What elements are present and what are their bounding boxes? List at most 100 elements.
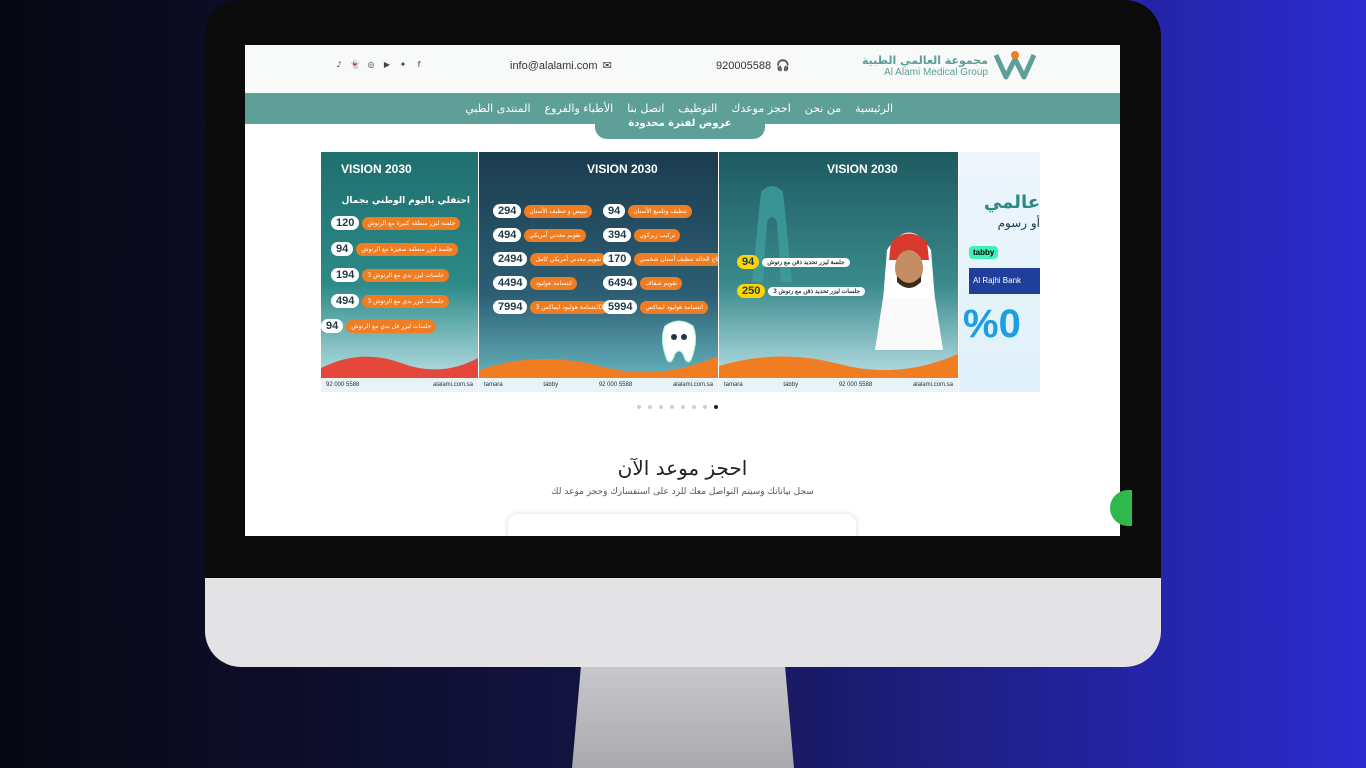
snapchat-icon[interactable]: 👻 xyxy=(350,59,360,69)
price-value: 194 xyxy=(331,268,360,282)
vision-2030-logo: VISION 2030 xyxy=(341,162,412,176)
offer-label: ابتسامة هوليود xyxy=(530,276,577,290)
offer-label: ابتسامة هوليود ايماكس 3D xyxy=(530,300,609,314)
headset-icon: 🎧 xyxy=(776,60,790,72)
offer-label: تقويم شفاف xyxy=(640,276,682,290)
vision-2030-logo: VISION 2030 xyxy=(587,162,658,176)
site-logo[interactable]: مجموعة العالمي الطبية Al Alami Medical G… xyxy=(862,49,1038,83)
payment-tabby: tabby xyxy=(543,382,559,388)
slide-laser-national-day[interactable]: VISION 2030 احتفلي باليوم الوطني بجمال 1… xyxy=(321,152,478,392)
offers-carousel[interactable]: VISION 2030 احتفلي باليوم الوطني بجمال 1… xyxy=(321,152,1040,392)
footer-site: alalami.com.sa xyxy=(672,382,713,388)
booking-subtitle: سجل بياناتك وسيتم التواصل معك للرد على ا… xyxy=(551,487,814,497)
footer-phone: 92 000 5588 xyxy=(838,382,873,388)
decorative-wave xyxy=(321,356,478,378)
offer-label: 3 جلسات ليزر بدي مع الرتوش xyxy=(362,294,449,308)
slide-headline: احتفلي باليوم الوطني بجمال xyxy=(341,196,470,206)
carousel-dot[interactable] xyxy=(692,405,696,409)
slide-headline: عالمي xyxy=(983,192,1040,213)
slide-footer: tamara tabby 92 000 5588 alalami.com.sa xyxy=(719,378,958,392)
offer-label: تاج الحالة تنظيف أسنان شخصي xyxy=(634,252,718,266)
booking-form-card xyxy=(508,514,856,536)
social-icons: ♪ 👻 ◎ ▶ ✦ f xyxy=(334,59,424,69)
nav-careers[interactable]: التوظيف xyxy=(678,102,717,115)
nav-about[interactable]: من نحن xyxy=(805,102,841,115)
footer-site: alalami.com.sa xyxy=(432,382,473,388)
nav-doctors[interactable]: الأطباء والفروع xyxy=(545,102,614,115)
monitor-chin xyxy=(205,578,1161,667)
tiktok-icon[interactable]: ♪ xyxy=(334,59,344,69)
price-value: 6494 xyxy=(603,276,638,290)
carousel-dot[interactable] xyxy=(648,405,652,409)
saudi-man-icon xyxy=(875,232,943,350)
price-value: 5994 xyxy=(603,300,638,314)
logo-arabic-text: مجموعة العالمي الطبية xyxy=(862,54,988,67)
price-value: 2494 xyxy=(493,252,528,266)
carousel-dot[interactable] xyxy=(681,405,685,409)
payment-tamara: tamara xyxy=(724,382,743,388)
offer-label: 3 جلسات ليزر بدي مع الرتوش xyxy=(362,268,449,282)
email-contact[interactable]: info@alalami.com ✉ xyxy=(510,59,612,73)
phone-contact[interactable]: 920005588 🎧 xyxy=(716,59,790,73)
slide-footer: tamara tabby 92 000 5588 alalami.com.sa xyxy=(479,378,718,392)
price-value: 394 xyxy=(603,228,632,242)
carousel-dot[interactable] xyxy=(670,405,674,409)
payment-tabby: tabby xyxy=(783,382,799,388)
offer-label: تبييض و تنظيف الأسنان xyxy=(524,204,593,218)
price-value: 170 xyxy=(603,252,632,266)
carousel-dot[interactable] xyxy=(703,405,707,409)
nav-forum[interactable]: المنتدى الطبي xyxy=(465,102,530,115)
logo-icon xyxy=(993,51,1037,80)
nav-contact[interactable]: اتصل بنا xyxy=(627,102,664,115)
bank-logo: Al Rajhi Bank xyxy=(969,268,1040,294)
price-value: 494 xyxy=(493,228,522,242)
booking-title: احجز موعد الآن xyxy=(617,456,748,480)
price-value: 94 xyxy=(331,242,354,256)
price-value: 4494 xyxy=(493,276,528,290)
instagram-icon[interactable]: ◎ xyxy=(366,59,376,69)
offer-label: جلسة ليزر منطقة صغيرة مع الرتوش xyxy=(356,242,458,256)
logo-english-text: Al Alami Medical Group xyxy=(884,67,988,78)
nav-book[interactable]: احجز موعدك xyxy=(731,102,791,115)
decorative-wave xyxy=(719,354,958,378)
payment-tabby: tabby xyxy=(969,246,999,259)
carousel-dot[interactable] xyxy=(637,405,641,409)
offer-label: ابتسامة هوليود ايماكس xyxy=(640,300,708,314)
envelope-icon: ✉ xyxy=(602,60,612,72)
offer-label: 3 جلسات ليزر تحديد ذقن مع رتوش xyxy=(768,286,866,296)
slide-beard-laser[interactable]: VISION 2030 94 جلسة ليزر تحديد ذقن مع رتو… xyxy=(719,152,958,392)
top-bar: مجموعة العالمي الطبية Al Alami Medical G… xyxy=(245,45,1120,93)
offer-label: جلسة ليزر منطقة كبيرة مع الرتوش xyxy=(362,216,461,230)
price-value: 120 xyxy=(331,216,360,230)
phone-number: 920005588 xyxy=(716,59,772,72)
offers-tab[interactable]: عروض لفترة محدودة xyxy=(595,117,765,139)
payment-tamara: tamara xyxy=(484,382,503,388)
vision-2030-logo: VISION 2030 xyxy=(827,162,898,176)
email-address: info@alalami.com xyxy=(510,59,598,72)
price-value: 250 xyxy=(737,284,766,298)
carousel-dot-active[interactable] xyxy=(714,405,718,409)
price-value: 94 xyxy=(603,204,626,218)
offer-label: تركيب زيركون xyxy=(634,228,681,242)
slide-dental-offers[interactable]: VISION 2030 294 تبييض و تنظيف الأسنان 494… xyxy=(479,152,718,392)
offer-label: جلسات ليزر فل بدي مع الرتوش xyxy=(346,319,437,333)
price-value: 494 xyxy=(331,294,360,308)
slide-installments[interactable]: عالمي أو رسوم tabby Al Rajhi Bank %0 xyxy=(959,152,1040,392)
carousel-dot[interactable] xyxy=(659,405,663,409)
youtube-icon[interactable]: ▶ xyxy=(382,59,392,69)
monitor-stand xyxy=(572,667,794,768)
facebook-icon[interactable]: f xyxy=(414,59,424,69)
carousel-dots xyxy=(637,405,718,409)
footer-site: alalami.com.sa xyxy=(912,382,953,388)
offers-tab-label: عروض لفترة محدودة xyxy=(628,118,732,129)
footer-phone: 92 000 5588 xyxy=(326,382,360,388)
twitter-icon[interactable]: ✦ xyxy=(398,59,408,69)
slide-footer: 92 000 5588 alalami.com.sa xyxy=(321,378,478,392)
price-value: 294 xyxy=(493,204,522,218)
offer-label: تنظيف وتلميع الأسنان xyxy=(628,204,692,218)
price-value: 7994 xyxy=(493,300,528,314)
nav-home[interactable]: الرئيسية xyxy=(855,102,893,115)
zero-percent-label: %0 xyxy=(963,302,1021,346)
offer-label: جلسة ليزر تحديد ذقن مع رتوش xyxy=(762,257,850,267)
footer-phone: 92 000 5588 xyxy=(598,382,633,388)
